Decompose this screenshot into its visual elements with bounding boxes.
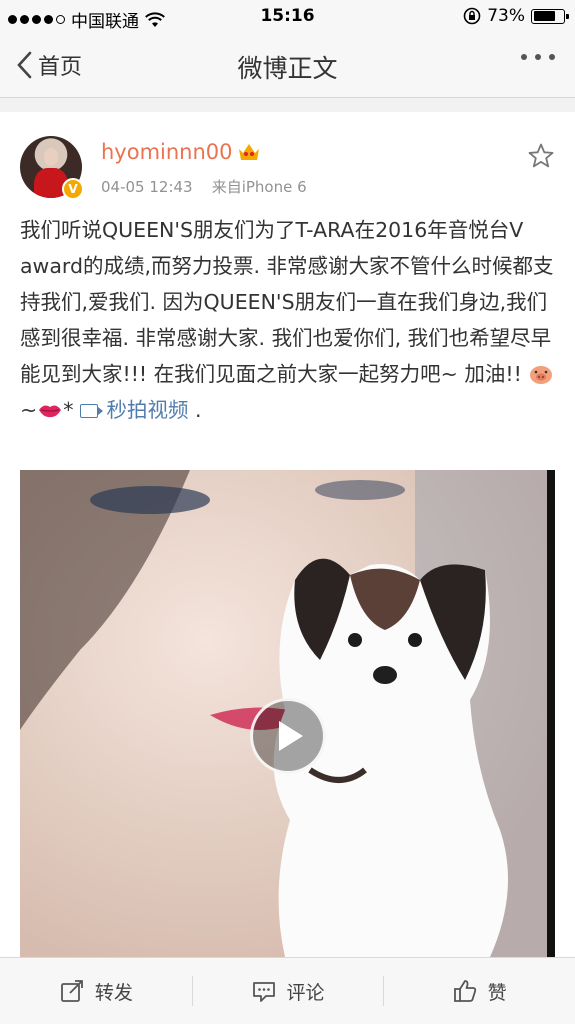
more-dot-icon (521, 54, 527, 60)
pig-emoji-icon (530, 366, 553, 384)
post-text-end: . (188, 398, 202, 422)
more-button[interactable] (521, 54, 555, 60)
username[interactable]: hyominnn00 (101, 140, 233, 164)
lips-emoji-icon (39, 405, 62, 418)
orientation-lock-icon (463, 7, 481, 25)
post-text-tilde: ~ (20, 398, 38, 422)
nav-bar: 首页 微博正文 (0, 32, 575, 98)
video-edge (547, 470, 555, 957)
video-link-icon (79, 404, 103, 418)
status-right: 73% (463, 6, 569, 26)
post-text-star: * (63, 398, 74, 422)
share-icon (60, 980, 83, 1002)
repost-button[interactable]: 转发 (0, 958, 192, 1024)
more-dot-icon (549, 54, 555, 60)
member-crown-icon[interactable] (237, 141, 261, 163)
comment-button[interactable]: 评论 (191, 958, 384, 1024)
video-link-label: 秒拍视频 (106, 398, 189, 422)
battery-percent: 73% (487, 6, 525, 26)
post-text-main: 我们听说QUEEN'S朋友们为了T-ARA在2016年音悦台V award的成绩… (20, 218, 554, 386)
like-label: 赞 (487, 981, 507, 1004)
username-row: hyominnn00 (101, 140, 261, 164)
avatar[interactable]: V (20, 136, 84, 200)
like-button[interactable]: 赞 (383, 958, 575, 1024)
battery-icon (531, 8, 569, 24)
page-title: 微博正文 (237, 54, 338, 83)
more-dot-icon (535, 54, 541, 60)
action-bar: 转发 评论 赞 (0, 957, 575, 1024)
like-icon (453, 980, 476, 1002)
status-bar: 中国联通 15:16 73% (0, 0, 575, 32)
comment-label: 评论 (286, 981, 325, 1004)
video-link[interactable]: 秒拍视频 (79, 398, 189, 422)
post-meta: 04-05 12:43 来自iPhone 6 (101, 176, 307, 197)
video-thumbnail[interactable] (20, 470, 555, 957)
favorite-star-icon[interactable] (527, 142, 555, 170)
post-card: V hyominnn00 04-05 12:43 来自iPhone 6 我们听说… (0, 112, 575, 957)
post-timestamp: 04-05 12:43 (101, 178, 193, 196)
post-text: 我们听说QUEEN'S朋友们为了T-ARA在2016年音悦台V award的成绩… (20, 212, 560, 428)
post-source: 来自iPhone 6 (211, 178, 307, 196)
verified-badge-icon: V (62, 178, 84, 200)
comment-icon (252, 982, 275, 1002)
repost-label: 转发 (94, 981, 133, 1004)
play-button-icon[interactable] (250, 698, 326, 774)
